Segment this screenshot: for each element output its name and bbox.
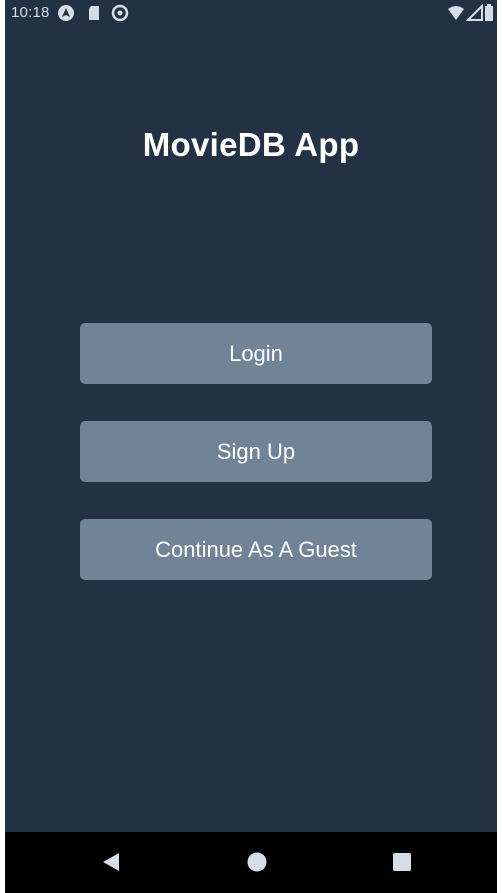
status-time: 10:18 [11, 4, 50, 21]
sd-card-icon [85, 4, 103, 22]
sync-icon [111, 4, 129, 22]
status-bar: 10:18 [5, 0, 497, 26]
navigation-bar [5, 832, 497, 893]
back-icon[interactable] [99, 849, 125, 875]
app-title: MovieDB App [142, 126, 360, 163]
app-screen: 10:18 MovieDB App Login Sign Up Continue… [5, 0, 497, 893]
continue-as-guest-button[interactable]: Continue As A Guest [80, 519, 432, 580]
recents-icon[interactable] [389, 849, 415, 875]
android-auto-icon [57, 4, 75, 22]
home-icon[interactable] [244, 849, 270, 875]
signup-button-label: Sign Up [216, 438, 296, 464]
battery-icon [484, 4, 494, 22]
login-button[interactable]: Login [80, 323, 432, 384]
wifi-icon [447, 4, 465, 22]
continue-as-guest-button-label: Continue As A Guest [155, 536, 357, 562]
signup-button[interactable]: Sign Up [80, 421, 432, 482]
signal-icon [465, 3, 484, 22]
login-button-label: Login [229, 340, 283, 366]
